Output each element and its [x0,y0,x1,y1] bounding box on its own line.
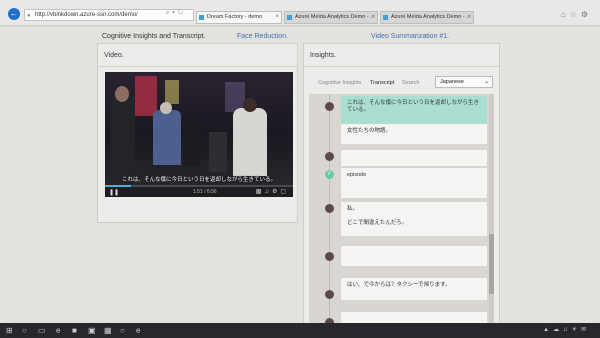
chevron-down-icon: ⌄ [483,79,489,85]
windows-start-icon[interactable]: ⊞ [6,326,13,335]
close-icon[interactable]: × [371,12,375,23]
person-silhouette [233,108,267,176]
system-tray[interactable]: ▲☁♫☀✉ [543,326,590,333]
timeline-node[interactable] [325,204,334,213]
transcript-entry[interactable]: どこで間違えたんだろ。 [341,216,487,236]
transcript-entry[interactable] [341,246,487,266]
tab-search[interactable]: Search [402,80,419,86]
transcript-text: 私。 [347,206,359,212]
browser-chrome: ← ● http://vbinkdown.azure-ssn.com/demo/… [0,0,600,26]
tab-label: Azure Meida Analytics Demo - ... [391,14,471,20]
person-head [160,102,172,114]
close-icon[interactable]: × [467,12,471,23]
person-silhouette [153,110,181,165]
task-view-icon[interactable]: ▭ [38,326,46,335]
transcript-entry[interactable]: はい、で今からは？タクシーで帰ります。 [341,278,487,300]
scroll-thumb[interactable] [489,234,494,294]
timeline-node[interactable] [325,252,334,261]
timeline-node[interactable] [325,102,334,111]
video-player[interactable]: これは、そんな僕に今日という日を返却しながら生きている。 ❚❚ 1:51 / 6… [105,72,293,197]
insights-tabs: Cognitive Insights Transcript Search Jap… [312,76,494,90]
progress-fill [105,185,132,187]
timeline-node[interactable] [325,290,334,299]
neon-sign [165,80,179,104]
tab-favicon-icon [287,15,292,20]
progress-bar[interactable] [105,185,293,187]
person-head [243,98,257,112]
tab-transcript[interactable]: Transcript [370,80,394,86]
address-text: http://vbinkdown.azure-ssn.com/demo/ [35,12,138,18]
nav-video-summarization[interactable]: Video Summarization #1. [371,33,449,40]
transcript-entry[interactable]: これは、そんな僕に今日という日を返却しながら生きている。 [341,96,487,124]
close-icon[interactable]: × [275,12,279,23]
transcript-entry[interactable]: 私。 [341,202,487,216]
browser-toolbar-icons[interactable]: ⌂☆⚙ [561,10,592,19]
taskbar: ⊞ ○ ▭ e ■ ▣ ▦ ○ e ▲☁♫☀✉ [0,323,600,338]
transcript-text: episode [347,172,367,178]
transcript-text: どこで間違えたんだろ。 [347,220,408,226]
tab-azure-1[interactable]: Azure Meida Analytics Demo - ... × [284,11,378,24]
divider [304,66,499,67]
tab-favicon-icon [199,15,204,20]
app-icon[interactable]: ○ [120,326,125,335]
store-icon[interactable]: ▣ [88,326,96,335]
insights-panel: Insights. Cognitive Insights Transcript … [303,43,500,326]
excel-icon[interactable]: ▦ [104,326,112,335]
page-icon: ● [27,13,31,19]
search-icon[interactable]: ○ [22,326,27,335]
ie-icon[interactable]: e [136,326,140,335]
time-label: 1:51 / 6:56 [193,189,217,195]
timeline-node-active[interactable]: ✓ [325,170,334,179]
tab-favicon-icon [383,15,388,20]
tab-label: Dream Factory - demo [207,14,263,20]
scrollbar[interactable] [489,94,494,326]
person-silhouette [209,132,227,172]
transcript-text: はい、で今からは？タクシーで帰ります。 [347,282,451,288]
tab-dream-factory[interactable]: Dream Factory - demo × [196,11,282,24]
transcript-text: 女性たちの物語。 [347,128,392,134]
video-subtitle: これは、そんな僕に今日という日を返却しながら生きている。 [121,177,276,183]
language-value: Japanese [440,79,464,85]
nav-cognitive-insights[interactable]: Cognitive Insights and Transcript. [102,33,206,40]
tab-azure-2[interactable]: Azure Meida Analytics Demo - ... × [380,11,474,24]
transcript-entry[interactable]: 女性たちの物語。 [341,124,487,144]
transcript-entry[interactable]: episode [341,168,487,198]
player-controls: ❚❚ 1:51 / 6:56 ▩♫⚙▢ [105,185,293,197]
edge-icon[interactable]: e [56,326,60,335]
language-select[interactable]: Japanese ⌄ [435,76,493,88]
person-silhouette [111,90,135,185]
nav-face-reduction[interactable]: Face Reduction. [237,33,288,40]
tab-cognitive-insights[interactable]: Cognitive Insights [318,80,361,86]
neon-sign [135,76,157,116]
video-panel-title: Video. [104,52,124,59]
timeline-node[interactable] [325,152,334,161]
transcript-text: これは、そんな僕に今日という日を返却しながら生きている。 [347,100,480,113]
player-control-icons[interactable]: ▩♫⚙▢ [256,188,289,195]
person-silhouette [185,124,199,166]
page-content: Cognitive Insights and Transcript. Face … [0,27,600,326]
video-panel: Video. これは、そんな僕に今日という日を返却しながら生きている。 ❚❚ 1… [97,43,298,223]
divider [98,66,297,67]
address-bar-icons[interactable]: ⌕▾↻ [166,10,186,17]
back-arrow-icon[interactable]: ← [8,8,20,20]
person-head [115,86,129,102]
folder-icon[interactable]: ■ [72,326,77,335]
insights-panel-title: Insights. [310,52,337,59]
transcript-list[interactable]: これは、そんな僕に今日という日を返却しながら生きている。 女性たちの物語。 ✓ … [309,94,494,326]
tab-label: Azure Meida Analytics Demo - ... [295,14,375,20]
play-icon[interactable]: ❚❚ [109,189,119,196]
transcript-entry[interactable] [341,150,487,166]
